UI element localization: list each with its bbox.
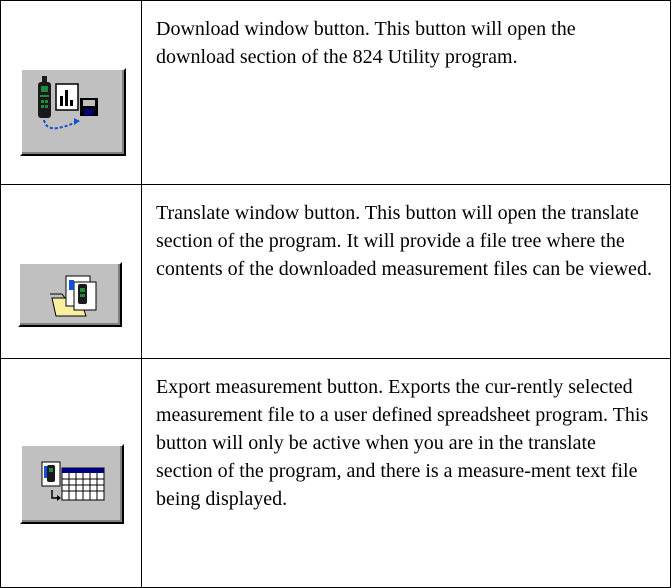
button-reference-table: Download window button. This button will… xyxy=(0,0,671,588)
export-measurement-icon xyxy=(41,461,105,501)
icon-cell xyxy=(0,184,142,359)
table-row: Export measurement button. Exports the c… xyxy=(0,358,671,588)
download-window-button[interactable] xyxy=(20,68,126,156)
table-row: Translate window button. This button wil… xyxy=(0,184,671,359)
description-cell: Translate window button. This button wil… xyxy=(141,184,671,359)
table-row: Download window button. This button will… xyxy=(0,0,671,185)
download-button-description: Download window button. This button will… xyxy=(156,18,576,68)
icon-cell xyxy=(0,358,142,588)
translate-button-description: Translate window button. This button wil… xyxy=(156,202,652,280)
icon-cell xyxy=(0,0,142,185)
description-cell: Download window button. This button will… xyxy=(141,0,671,185)
description-cell: Export measurement button. Exports the c… xyxy=(141,358,671,588)
download-window-icon xyxy=(38,76,98,130)
export-measurement-button[interactable] xyxy=(20,444,124,524)
export-button-description: Export measurement button. Exports the c… xyxy=(156,376,649,510)
translate-window-button[interactable] xyxy=(18,262,122,327)
translate-window-icon xyxy=(50,275,97,317)
